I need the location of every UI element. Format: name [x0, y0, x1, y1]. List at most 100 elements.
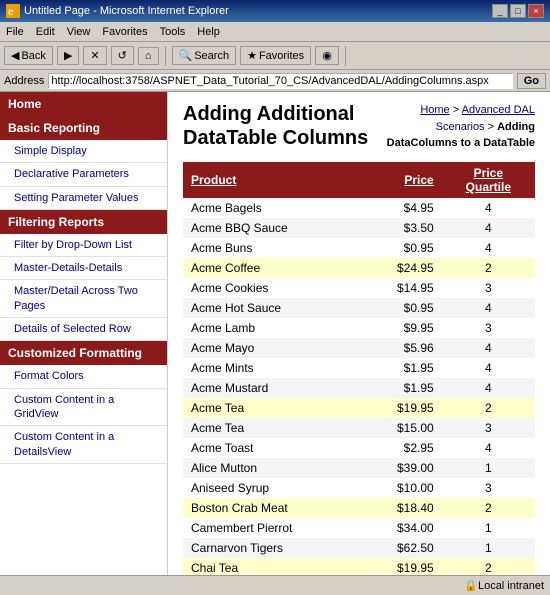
cell-product: Carnarvon Tigers [183, 538, 362, 558]
sidebar-item-details-selected-row[interactable]: Details of Selected Row [0, 318, 167, 341]
cell-price: $0.95 [362, 298, 442, 318]
sidebar-item-custom-content-gridview[interactable]: Custom Content in a GridView [0, 389, 167, 427]
stop-button[interactable]: ✕ [83, 46, 106, 65]
window-title: Untitled Page - Microsoft Internet Explo… [24, 5, 229, 17]
sidebar-section-filtering-reports[interactable]: Filtering Reports [0, 210, 167, 234]
table-row: Aniseed Syrup$10.003 [183, 478, 535, 498]
cell-price: $9.95 [362, 318, 442, 338]
sidebar-item-setting-parameter-values[interactable]: Setting Parameter Values [0, 187, 167, 210]
table-row: Acme Tea$19.952 [183, 398, 535, 418]
cell-quartile: 1 [442, 538, 535, 558]
menu-view[interactable]: View [67, 26, 91, 38]
menu-favorites[interactable]: Favorites [102, 26, 147, 38]
sidebar-section-home[interactable]: Home [0, 92, 167, 116]
sidebar-item-master-details-details[interactable]: Master-Details-Details [0, 257, 167, 280]
minimize-button[interactable]: _ [492, 4, 508, 18]
page-content: Adding AdditionalDataTable Columns Home … [168, 92, 550, 575]
breadcrumb-home[interactable]: Home [420, 104, 449, 116]
back-icon: ◀ [11, 49, 19, 62]
favorites-button[interactable]: ★ Favorites [240, 46, 311, 65]
stop-icon: ✕ [90, 49, 99, 62]
breadcrumb-scenarios: Scenarios [436, 121, 485, 133]
table-row: Acme Toast$2.954 [183, 438, 535, 458]
menu-bar: File Edit View Favorites Tools Help [0, 22, 550, 42]
favorites-icon: ★ [247, 49, 257, 62]
window-controls: _ □ × [492, 4, 544, 18]
col-header-price-quartile[interactable]: PriceQuartile [442, 162, 535, 198]
menu-edit[interactable]: Edit [36, 26, 55, 38]
cell-price: $10.00 [362, 478, 442, 498]
cell-price: $19.95 [362, 398, 442, 418]
cell-quartile: 4 [442, 338, 535, 358]
sidebar-item-filter-dropdown[interactable]: Filter by Drop-Down List [0, 234, 167, 257]
menu-file[interactable]: File [6, 26, 24, 38]
cell-product: Acme BBQ Sauce [183, 218, 362, 238]
cell-quartile: 2 [442, 258, 535, 278]
cell-price: $34.00 [362, 518, 442, 538]
status-text: Local intranet [478, 580, 544, 592]
sidebar-item-custom-content-detailsview[interactable]: Custom Content in a DetailsView [0, 426, 167, 464]
sidebar-section-customized-formatting[interactable]: Customized Formatting [0, 341, 167, 365]
cell-product: Acme Tea [183, 398, 362, 418]
toolbar: ◀ Back ▶ ✕ ↺ ⌂ 🔍 Search ★ Favorites ◉ [0, 42, 550, 70]
cell-price: $1.95 [362, 378, 442, 398]
cell-product: Acme Hot Sauce [183, 298, 362, 318]
col-header-product[interactable]: Product [183, 162, 362, 198]
search-button[interactable]: 🔍 Search [172, 46, 237, 65]
separator [165, 46, 166, 66]
cell-price: $4.95 [362, 198, 442, 218]
forward-icon: ▶ [64, 49, 72, 62]
cell-quartile: 4 [442, 218, 535, 238]
table-row: Acme Tea$15.003 [183, 418, 535, 438]
maximize-button[interactable]: □ [510, 4, 526, 18]
table-row: Acme Cookies$14.953 [183, 278, 535, 298]
sidebar-section-basic-reporting[interactable]: Basic Reporting [0, 116, 167, 140]
cell-product: Boston Crab Meat [183, 498, 362, 518]
table-row: Boston Crab Meat$18.402 [183, 498, 535, 518]
app-icon: e [6, 4, 20, 18]
sidebar: Home Basic Reporting Simple Display Decl… [0, 92, 168, 575]
cell-product: Chai Tea [183, 558, 362, 576]
search-icon: 🔍 [179, 49, 193, 62]
home-button[interactable]: ⌂ [138, 47, 159, 65]
status-bar: 🔒 Local intranet [0, 575, 550, 595]
address-input[interactable] [48, 73, 512, 89]
address-label: Address [4, 75, 44, 87]
sidebar-item-format-colors[interactable]: Format Colors [0, 365, 167, 388]
cell-quartile: 1 [442, 518, 535, 538]
cell-quartile: 3 [442, 418, 535, 438]
table-row: Camembert Pierrot$34.001 [183, 518, 535, 538]
address-bar: Address Go [0, 70, 550, 92]
refresh-button[interactable]: ↺ [111, 46, 134, 65]
cell-price: $39.00 [362, 458, 442, 478]
cell-quartile: 4 [442, 378, 535, 398]
cell-product: Acme Cookies [183, 278, 362, 298]
cell-product: Camembert Pierrot [183, 518, 362, 538]
sidebar-item-declarative-parameters[interactable]: Declarative Parameters [0, 163, 167, 186]
sidebar-item-master-detail-across[interactable]: Master/Detail Across Two Pages [0, 280, 167, 318]
close-button[interactable]: × [528, 4, 544, 18]
cell-price: $1.95 [362, 358, 442, 378]
cell-quartile: 2 [442, 398, 535, 418]
cell-price: $18.40 [362, 498, 442, 518]
cell-quartile: 2 [442, 498, 535, 518]
cell-quartile: 4 [442, 198, 535, 218]
cell-product: Acme Buns [183, 238, 362, 258]
col-header-price[interactable]: Price [362, 162, 442, 198]
cell-price: $62.50 [362, 538, 442, 558]
cell-price: $0.95 [362, 238, 442, 258]
cell-quartile: 3 [442, 318, 535, 338]
main-content: Home Basic Reporting Simple Display Decl… [0, 92, 550, 575]
svg-text:e: e [8, 7, 14, 18]
separator2 [345, 46, 346, 66]
breadcrumb-advanced-dal[interactable]: Advanced DAL [462, 104, 535, 116]
menu-help[interactable]: Help [197, 26, 220, 38]
forward-button[interactable]: ▶ [57, 46, 79, 65]
back-button[interactable]: ◀ Back [4, 46, 53, 65]
cell-product: Acme Tea [183, 418, 362, 438]
sidebar-item-simple-display[interactable]: Simple Display [0, 140, 167, 163]
menu-tools[interactable]: Tools [160, 26, 186, 38]
media-button[interactable]: ◉ [315, 46, 339, 65]
go-button[interactable]: Go [517, 73, 546, 89]
page-header: Adding AdditionalDataTable Columns Home … [183, 102, 535, 152]
